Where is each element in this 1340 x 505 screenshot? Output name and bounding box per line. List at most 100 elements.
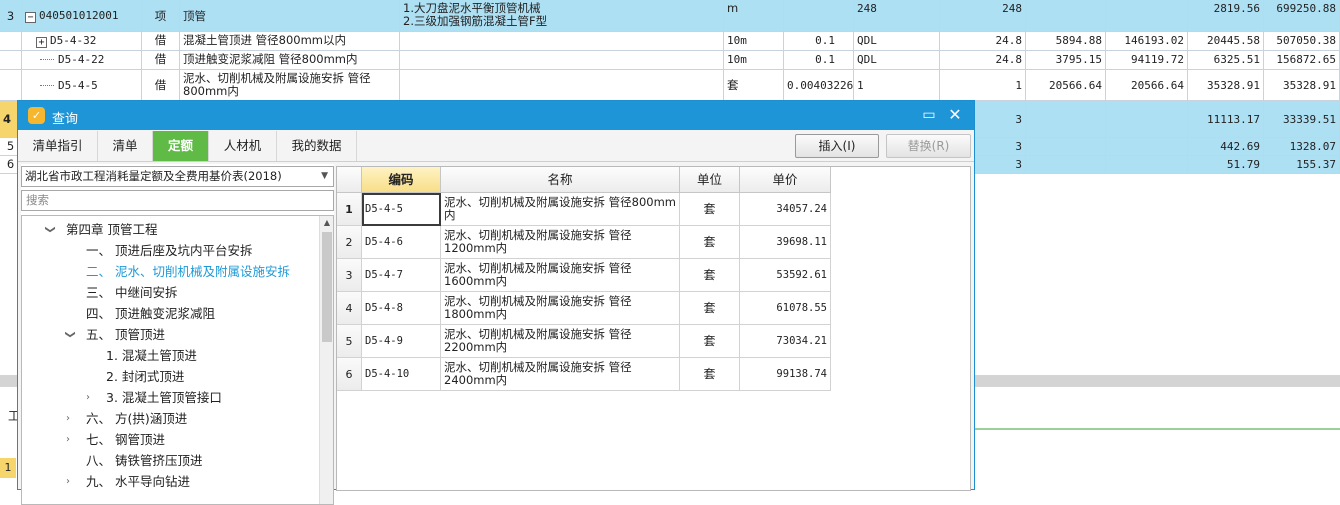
code-cell[interactable]: D5-4-10	[362, 358, 441, 391]
item-c2: 94119.72	[1106, 51, 1188, 69]
table-row[interactable]: 6 D5-4-10 泥水、切削机械及附属设施安拆 管径2400mm内 套 991…	[337, 358, 833, 391]
tab-my-data[interactable]: 我的数据	[277, 131, 357, 161]
collapse-icon[interactable]: −	[25, 12, 36, 23]
table-row[interactable]: 1 D5-4-5 泥水、切削机械及附属设施安拆 管径800mm内 套 34057…	[337, 193, 833, 226]
price-cell: 34057.24	[740, 193, 831, 226]
header-name[interactable]: 名称	[441, 167, 680, 193]
item-c2: 20566.64	[1106, 70, 1188, 100]
quota-library-select[interactable]: 湖北省市政工程消耗量定额及全费用基价表(2018) ▼	[21, 166, 334, 187]
row-index: 1	[337, 193, 362, 226]
chevron-right-icon[interactable]: ›	[86, 387, 90, 408]
tree-node[interactable]: 1. 混凝土管顶进	[106, 345, 197, 366]
item-unit: 10m	[724, 51, 784, 69]
maximize-icon[interactable]: ▭	[918, 105, 940, 125]
tree-node-selected[interactable]: 二、 泥水、切削机械及附属设施安拆	[86, 261, 290, 282]
tree-node[interactable]: › 六、 方(拱)涵顶进	[66, 408, 187, 429]
chevron-right-icon[interactable]: ›	[66, 408, 70, 429]
tree-node[interactable]: 一、 顶进后座及坑内平台安拆	[86, 240, 252, 261]
item-coef: 0.1	[784, 51, 854, 69]
tree-node[interactable]: 三、 中继间安拆	[86, 282, 177, 303]
table-row[interactable]: 3 D5-4-7 泥水、切削机械及附属设施安拆 管径1600mm内 套 5359…	[337, 259, 833, 292]
tree-node[interactable]: ❯ 第四章 顶管工程	[45, 219, 158, 240]
quota-grid: 编码 名称 单位 单价 1 D5-4-5 泥水、切削机械及附属设施安拆 管径80…	[336, 166, 971, 491]
code-cell[interactable]: D5-4-5	[362, 193, 441, 226]
tab-bar: 清单指引 清单 定额 人材机 我的数据 插入(I) 替换(R)	[18, 130, 974, 162]
tab-bill[interactable]: 清单	[98, 131, 153, 161]
tab-labor-material-machine[interactable]: 人材机	[209, 131, 277, 161]
item-c4: 507050.38	[1264, 32, 1340, 50]
chevron-right-icon[interactable]: ›	[66, 471, 70, 492]
app-icon: ✓	[28, 107, 45, 124]
unit-cell: 套	[680, 193, 740, 226]
item-type: 借	[142, 70, 180, 100]
item-type: 借	[142, 32, 180, 50]
row-index: 2	[337, 226, 362, 259]
item-c4: 156872.65	[1264, 51, 1340, 69]
item-features: 1.大刀盘泥水平衡顶管机械 2.三级加强钢筋混凝土管F型	[400, 0, 724, 31]
tab-bill-guide[interactable]: 清单指引	[18, 131, 98, 161]
expand-icon[interactable]: +	[36, 37, 47, 48]
tree-node[interactable]: 2. 封闭式顶进	[106, 366, 184, 387]
item-code[interactable]: D5-4-22	[22, 51, 142, 69]
table-row[interactable]: + D5-4-32 借 混凝土管顶进 管径800mm以内 10m 0.1 QDL …	[0, 32, 1340, 51]
tree-scrollbar[interactable]: ▲	[319, 216, 333, 504]
item-c1: 20566.64	[1026, 70, 1106, 100]
insert-button[interactable]: 插入(I)	[795, 134, 879, 158]
item-c1: 3795.15	[1026, 51, 1106, 69]
item-name: 顶进触变泥浆减阻 管径800mm内	[180, 51, 400, 69]
chevron-down-icon[interactable]: ❯	[40, 225, 61, 233]
name-cell: 泥水、切削机械及附属设施安拆 管径2200mm内	[441, 325, 680, 358]
table-row[interactable]: 4 D5-4-8 泥水、切削机械及附属设施安拆 管径1800mm内 套 6107…	[337, 292, 833, 325]
tab-quota[interactable]: 定额	[153, 131, 209, 161]
pane-divider	[975, 428, 1340, 430]
tree-node[interactable]: › 3. 混凝土管顶管接口	[86, 387, 222, 408]
item-type: 借	[142, 51, 180, 69]
code-cell[interactable]: D5-4-6	[362, 226, 441, 259]
tree-node[interactable]: ❯ 五、 顶管顶进	[65, 324, 165, 345]
header-price[interactable]: 单价	[740, 167, 831, 193]
price-cell: 53592.61	[740, 259, 831, 292]
item-qty-expr: 248	[854, 0, 940, 31]
code-cell[interactable]: D5-4-9	[362, 325, 441, 358]
table-row[interactable]: 3 −040501012001 项 顶管 1.大刀盘泥水平衡顶管机械 2.三级加强…	[0, 0, 1340, 32]
dialog-titlebar[interactable]: ✓ 查询 ▭ ✕	[18, 101, 974, 130]
item-c4: 1328.07	[1264, 138, 1340, 155]
scroll-up-icon[interactable]: ▲	[320, 216, 333, 230]
table-row[interactable]: D5-4-5 借 泥水、切削机械及附属设施安拆 管径800mm内 套 0.004…	[0, 70, 1340, 101]
item-coef: 0.00403226	[784, 70, 854, 100]
code-cell[interactable]: D5-4-8	[362, 292, 441, 325]
replace-button[interactable]: 替换(R)	[886, 134, 971, 158]
tree-node[interactable]: › 七、 钢管顶进	[66, 429, 165, 450]
scroll-thumb[interactable]	[322, 232, 332, 342]
item-code[interactable]: + D5-4-32	[22, 32, 142, 50]
item-code[interactable]: D5-4-5	[22, 70, 142, 100]
item-name: 混凝土管顶进 管径800mm以内	[180, 32, 400, 50]
tree-node[interactable]: 四、 顶进触变泥浆减阻	[86, 303, 215, 324]
chevron-right-icon[interactable]: ›	[66, 429, 70, 450]
item-coef: 0.1	[784, 32, 854, 50]
table-row[interactable]: 5 D5-4-9 泥水、切削机械及附属设施安拆 管径2200mm内 套 7303…	[337, 325, 833, 358]
unit-cell: 套	[680, 325, 740, 358]
chevron-down-icon[interactable]: ❯	[60, 330, 81, 338]
tree-node[interactable]: 八、 铸铁管挤压顶进	[86, 450, 202, 471]
table-row[interactable]: 2 D5-4-6 泥水、切削机械及附属设施安拆 管径1200mm内 套 3969…	[337, 226, 833, 259]
table-row[interactable]: D5-4-22 借 顶进触变泥浆减阻 管径800mm内 10m 0.1 QDL …	[0, 51, 1340, 70]
name-cell: 泥水、切削机械及附属设施安拆 管径2400mm内	[441, 358, 680, 391]
left-edge-row: 1	[0, 458, 16, 478]
header-unit[interactable]: 单位	[680, 167, 740, 193]
item-code[interactable]: −040501012001	[22, 0, 142, 31]
close-icon[interactable]: ✕	[944, 105, 966, 125]
chapter-tree: ❯ 第四章 顶管工程 一、 顶进后座及坑内平台安拆 二、 泥水、切削机械及附属设…	[21, 215, 334, 505]
row-index: 6	[337, 358, 362, 391]
item-c1: 5894.88	[1026, 32, 1106, 50]
item-qty-expr: QDL	[854, 32, 940, 50]
item-unit: 10m	[724, 32, 784, 50]
item-qty: 24.8	[940, 32, 1026, 50]
item-qty: 248	[940, 0, 1026, 31]
code-cell[interactable]: D5-4-7	[362, 259, 441, 292]
tree-node[interactable]: › 九、 水平导向钻进	[66, 471, 190, 492]
header-code[interactable]: 编码	[362, 167, 441, 193]
price-cell: 39698.11	[740, 226, 831, 259]
item-c1	[1026, 0, 1106, 31]
search-input[interactable]: 搜索	[21, 190, 334, 211]
